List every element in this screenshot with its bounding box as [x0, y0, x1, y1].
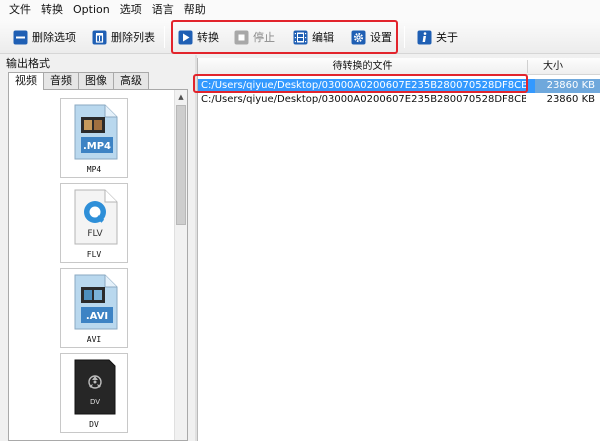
file-size-cell: 23860 KB	[535, 79, 600, 93]
format-mp4[interactable]: .MP4 MP4	[60, 98, 128, 178]
settings-label: 设置	[370, 31, 392, 44]
format-label-dv: DV	[89, 420, 99, 429]
tab-image[interactable]: 图像	[78, 72, 114, 89]
toolbar-separator	[164, 26, 165, 48]
avi-file-icon: .AVI	[74, 274, 118, 330]
delete-option-button[interactable]: 删除选项	[10, 26, 79, 48]
tab-video[interactable]: 视频	[8, 72, 44, 90]
format-label-flv: FLV	[86, 250, 102, 259]
menu-option[interactable]: Option	[68, 0, 115, 20]
stop-icon	[234, 30, 249, 45]
convert-label: 转换	[197, 31, 219, 44]
dv-file-icon: DV	[74, 359, 116, 415]
tab-audio[interactable]: 音频	[43, 72, 79, 89]
menu-convert[interactable]: 转换	[36, 0, 68, 20]
output-format-title: 输出格式	[6, 57, 50, 70]
settings-button[interactable]: 设置	[348, 26, 395, 48]
format-label-mp4: MP4	[86, 165, 102, 174]
toolbar: 删除选项 删除列表 转换 停止 编辑 设置 关于	[0, 20, 600, 54]
gear-icon	[351, 30, 366, 45]
menu-help[interactable]: 帮助	[179, 0, 211, 20]
scroll-up-arrow-icon[interactable]: ▲	[175, 90, 187, 103]
minus-icon	[13, 30, 28, 45]
mp4-badge: .MP4	[83, 141, 111, 152]
trash-icon	[92, 30, 107, 45]
file-list: 待转换的文件 大小 C:/Users/qiyue/Desktop/03000A0…	[197, 58, 600, 441]
delete-option-label: 删除选项	[32, 31, 76, 44]
scroll-thumb[interactable]	[176, 105, 186, 225]
format-label-avi: AVI	[86, 335, 102, 344]
table-row[interactable]: C:/Users/qiyue/Desktop/03000A0200607E235…	[198, 79, 600, 93]
format-avi[interactable]: .AVI AVI	[60, 268, 128, 348]
convert-button[interactable]: 转换	[175, 26, 222, 48]
delete-list-button[interactable]: 删除列表	[89, 26, 158, 48]
avi-badge: .AVI	[86, 311, 108, 322]
column-header-file[interactable]: 待转换的文件	[198, 58, 527, 75]
file-size-cell: 23860 KB	[546, 94, 595, 105]
format-tabs: 视频 音频 图像 高级	[8, 72, 149, 90]
format-list: .MP4 MP4 FLV FLV .AVI AVI DV DV ▲	[8, 89, 188, 441]
tab-advanced[interactable]: 高级	[113, 72, 149, 89]
table-row[interactable]: C:/Users/qiyue/Desktop/03000A0200607E235…	[198, 93, 600, 107]
stop-button[interactable]: 停止	[231, 26, 278, 48]
menu-options[interactable]: 选项	[115, 0, 147, 20]
menu-bar: 文件 转换 Option 选项 语言 帮助	[0, 0, 600, 20]
stop-label: 停止	[253, 31, 275, 44]
menu-language[interactable]: 语言	[147, 0, 179, 20]
about-label: 关于	[436, 31, 458, 44]
flv-badge: FLV	[87, 229, 103, 239]
edit-label: 编辑	[312, 31, 334, 44]
format-flv[interactable]: FLV FLV	[60, 183, 128, 263]
about-button[interactable]: 关于	[414, 26, 461, 48]
file-list-header: 待转换的文件 大小	[198, 58, 600, 75]
file-path-cell: C:/Users/qiyue/Desktop/03000A0200607E235…	[201, 94, 526, 105]
film-icon	[293, 30, 308, 45]
toolbar-separator	[404, 26, 405, 48]
output-format-panel: 输出格式 视频 音频 图像 高级 .MP4 MP4 FLV FLV .AVI A…	[0, 55, 195, 441]
play-icon	[178, 30, 193, 45]
menu-file[interactable]: 文件	[4, 0, 36, 20]
format-list-scrollbar[interactable]: ▲	[174, 90, 187, 440]
dv-badge: DV	[90, 398, 100, 406]
file-path-cell: C:/Users/qiyue/Desktop/03000A0200607E235…	[201, 80, 526, 91]
delete-list-label: 删除列表	[111, 31, 155, 44]
column-header-size[interactable]: 大小	[528, 58, 578, 75]
mp4-file-icon: .MP4	[74, 104, 118, 160]
info-icon	[417, 30, 432, 45]
flv-file-icon: FLV	[74, 189, 118, 245]
edit-button[interactable]: 编辑	[290, 26, 337, 48]
format-dv[interactable]: DV DV	[60, 353, 128, 433]
